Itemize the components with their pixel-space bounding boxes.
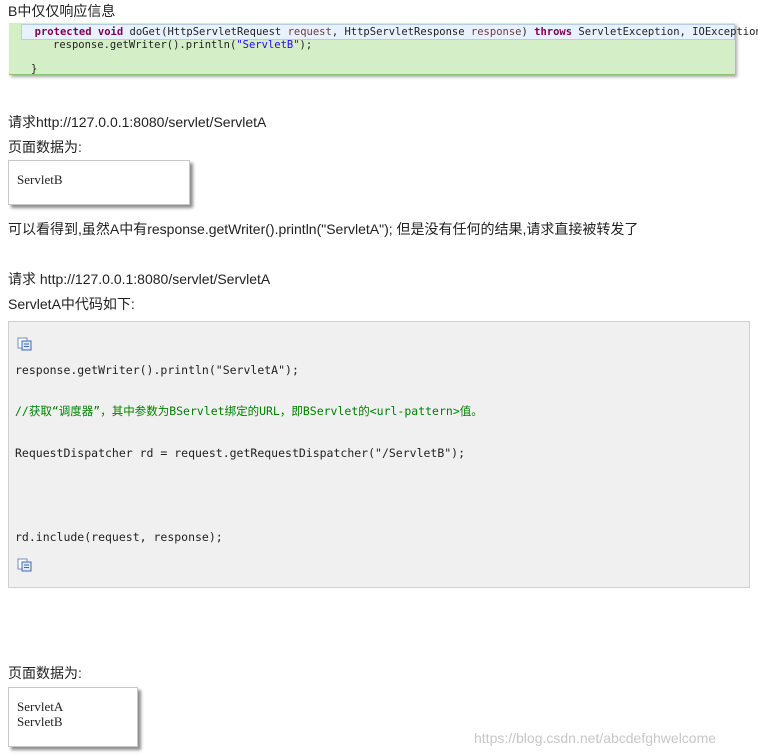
copy-icon[interactable] [17,337,33,351]
servleta-code-intro: ServletA中代码如下: [8,296,135,312]
heading-b-response: B中仅仅响应信息 [8,3,116,19]
signature-middle: , HttpServletResponse [331,26,471,38]
code-line-close-brace: } [31,63,38,75]
code-comment-dispatcher: //获取“调度器”，其中参数为BServlet绑定的URL，即BServlet的… [15,404,483,418]
eclipse-code-block: protected void doGet(HttpServletRequest … [9,23,758,75]
result-line: ServletB [17,714,63,729]
param-request: request [287,26,332,38]
result-box-2: ServletA ServletB [8,687,138,747]
string-servletb: "ServletB" [236,39,300,51]
println-call: response.getWriter().println( [53,39,237,51]
copy-icon[interactable] [17,558,33,572]
code-line-println: response.getWriter().println("ServletB")… [53,38,758,52]
observation-text: 可以看得到,虽然A中有response.getWriter().println(… [8,221,639,237]
keyword-void: void [97,26,124,38]
result-line: ServletA [17,699,64,714]
method-signature: doGet(HttpServletRequest [123,26,288,38]
exceptions: ServletException, IOException { [572,26,758,38]
code-line-get-dispatcher: RequestDispatcher rd = request.getReques… [15,446,466,460]
page-data-label-1: 页面数据为: [8,139,82,155]
signature-close: ) [521,26,535,38]
code-line-include: rd.include(request, response); [15,530,223,544]
servleta-code-panel: response.getWriter().println("ServletA")… [8,321,750,588]
code-line-println-a: response.getWriter().println("ServletA")… [15,363,299,377]
println-end: ); [299,39,313,51]
keyword-throws: throws [534,26,573,38]
result-box-1: ServletB [8,160,190,205]
request-url-1: 请求http://127.0.0.1:8080/servlet/ServletA [8,114,267,130]
request-url-2: 请求 http://127.0.0.1:8080/servlet/Servlet… [8,271,271,287]
result-line: ServletB [17,172,63,187]
csdn-watermark: https://blog.csdn.net/abcdefghwelcome [474,730,717,746]
page-data-label-2: 页面数据为: [8,665,82,681]
keyword-protected: protected [34,26,92,38]
param-response: response [470,26,522,38]
